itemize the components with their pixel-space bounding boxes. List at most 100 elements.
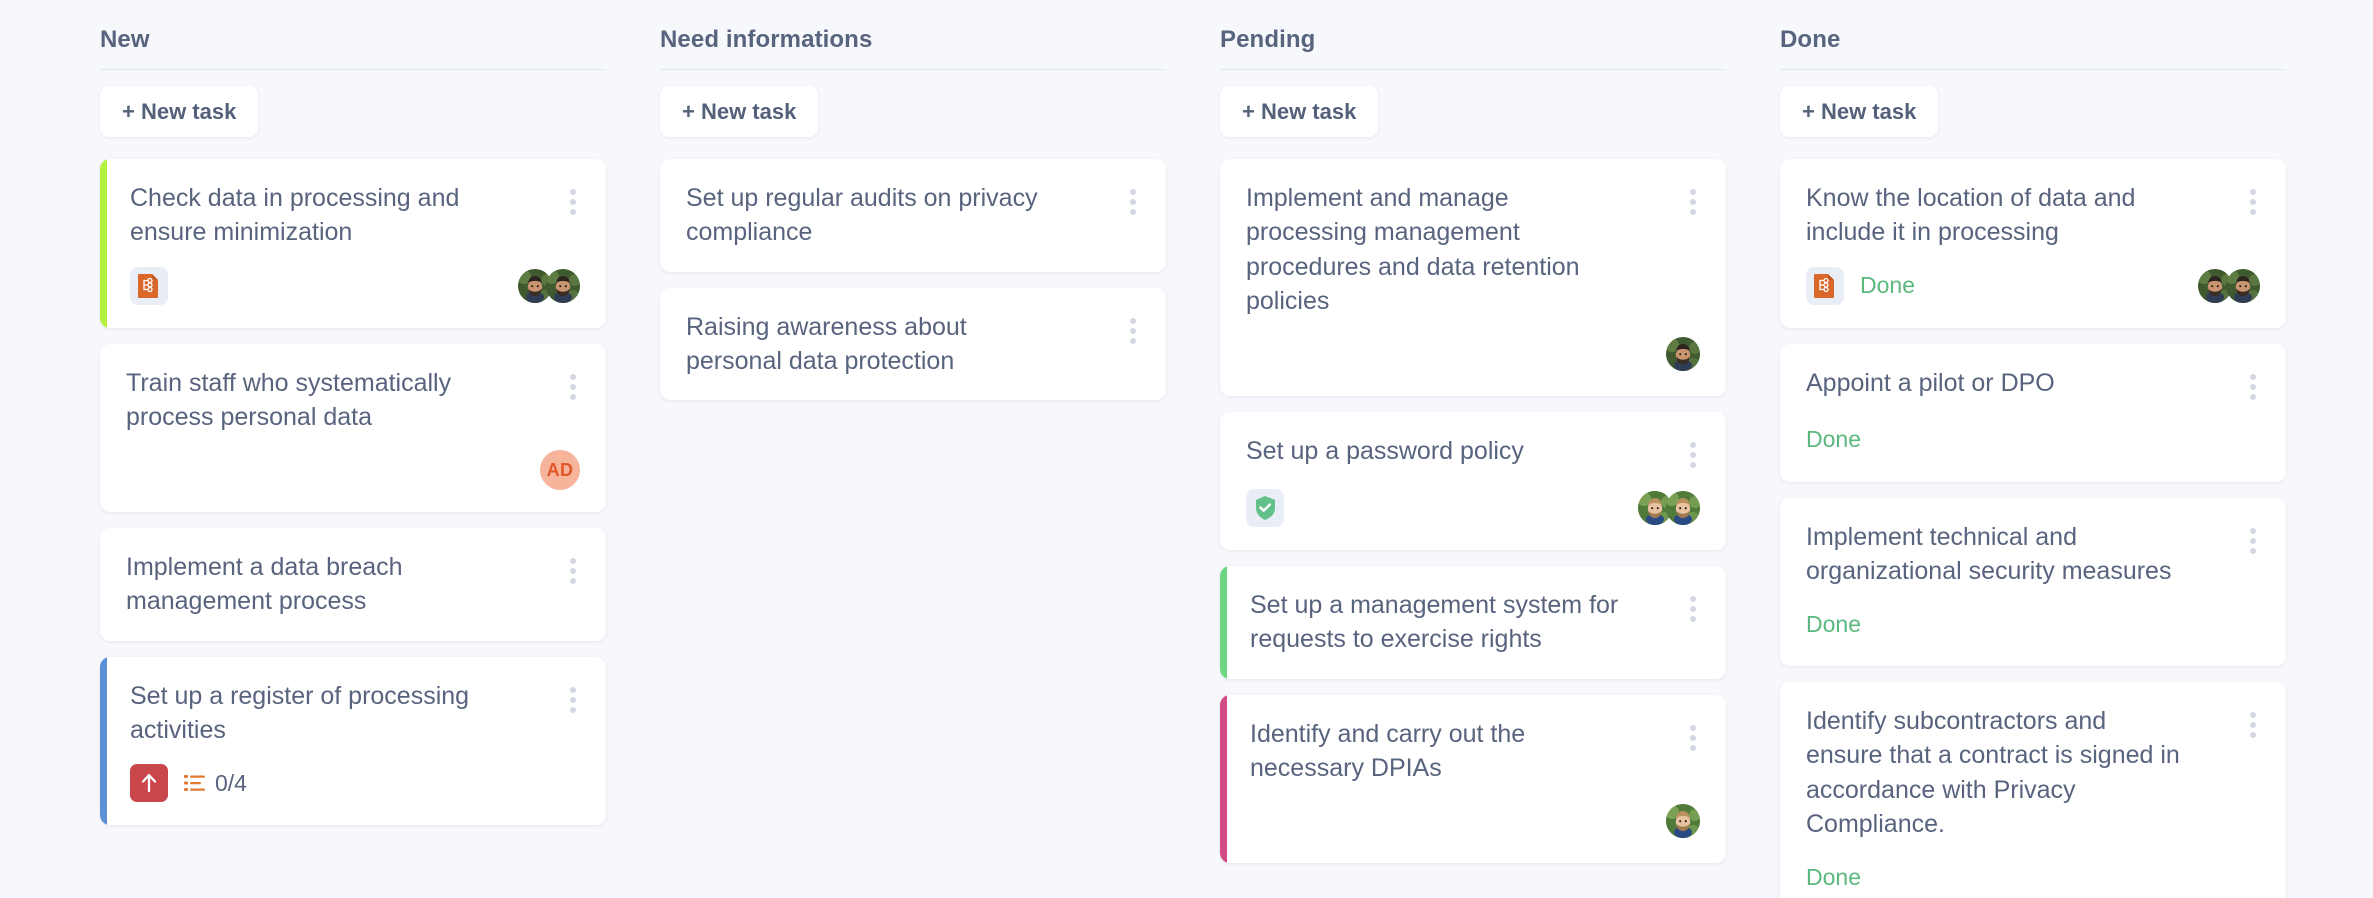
- avatar-photo: [1666, 804, 1700, 838]
- card-title: Train staff who systematically process p…: [126, 366, 506, 435]
- new-task-button[interactable]: + New task: [660, 86, 818, 137]
- avatar[interactable]: [1666, 804, 1700, 838]
- assignee-avatars[interactable]: [1666, 804, 1700, 838]
- task-card[interactable]: Appoint a pilot or DPO Done: [1780, 344, 2286, 482]
- arrow-up-icon: [139, 772, 159, 794]
- kebab-dot: [2250, 199, 2256, 205]
- status-badge: Done: [1860, 274, 1915, 297]
- card-meta: [130, 267, 168, 305]
- assignee-avatars[interactable]: [518, 269, 580, 303]
- status-badge: Done: [1806, 613, 1861, 636]
- assignee-avatars[interactable]: AD: [540, 450, 580, 490]
- kanban-column: Need informations+ New taskSet up regula…: [660, 26, 1166, 400]
- task-card[interactable]: Check data in processing and ensure mini…: [100, 159, 606, 328]
- kebab-dot: [1690, 209, 1696, 215]
- card-title: Set up a password policy: [1246, 434, 1524, 468]
- task-card[interactable]: Implement technical and organizational s…: [1780, 498, 2286, 667]
- assignee-avatars[interactable]: [1666, 337, 1700, 371]
- avatar-photo: [1666, 491, 1700, 525]
- card-accent-bar: [1220, 566, 1227, 679]
- column-divider: [660, 69, 1166, 70]
- kebab-dot: [1690, 462, 1696, 468]
- card-accent-bar: [100, 657, 107, 826]
- column-divider: [100, 69, 606, 70]
- status-badge: Done: [1806, 428, 1861, 451]
- card-menu-button[interactable]: [2246, 704, 2260, 742]
- card-menu-button[interactable]: [1686, 181, 1700, 219]
- card-footer: [130, 266, 580, 306]
- task-card[interactable]: Know the location of data and include it…: [1780, 159, 2286, 328]
- column-divider: [1780, 69, 2286, 70]
- card-menu-button[interactable]: [1686, 588, 1700, 626]
- column-title: Pending: [1220, 26, 1726, 69]
- kanban-board: New + New task Check data in processing an…: [0, 0, 2373, 898]
- kebab-dot: [2250, 548, 2256, 554]
- assignee-avatars[interactable]: [1638, 491, 1700, 525]
- column-divider: [1220, 69, 1726, 70]
- card-title: Set up regular audits on privacy complia…: [686, 181, 1066, 250]
- card-footer: Done: [1806, 420, 2260, 460]
- card-meta: Done: [1806, 267, 1915, 305]
- assignee-avatars[interactable]: [2198, 269, 2260, 303]
- card-footer: [1246, 488, 1700, 528]
- kebab-dot: [2250, 722, 2256, 728]
- card-menu-button[interactable]: [1686, 434, 1700, 472]
- card-menu-button[interactable]: [566, 181, 580, 219]
- card-menu-button[interactable]: [1126, 181, 1140, 219]
- avatar[interactable]: [1666, 491, 1700, 525]
- kebab-dot: [1130, 189, 1136, 195]
- avatar[interactable]: [1666, 337, 1700, 371]
- kebab-dot: [570, 209, 576, 215]
- doc-flowchart-badge[interactable]: [1806, 267, 1844, 305]
- avatar-initials[interactable]: AD: [540, 450, 580, 490]
- card-menu-button[interactable]: [2246, 181, 2260, 219]
- task-card[interactable]: Identify subcontractors and ensure that …: [1780, 682, 2286, 898]
- task-card[interactable]: Train staff who systematically process p…: [100, 344, 606, 513]
- task-card[interactable]: Set up regular audits on privacy complia…: [660, 159, 1166, 272]
- card-header: Train staff who systematically process p…: [126, 366, 580, 435]
- card-menu-button[interactable]: [566, 679, 580, 717]
- card-menu-button[interactable]: [2246, 520, 2260, 558]
- kebab-dot: [1130, 318, 1136, 324]
- kebab-dot: [1690, 606, 1696, 612]
- kanban-column: Pending + New task Implement and manage pr…: [1220, 26, 1726, 863]
- card-menu-button[interactable]: [1126, 310, 1140, 348]
- kebab-dot: [1690, 442, 1696, 448]
- avatar[interactable]: [2226, 269, 2260, 303]
- card-title: Implement technical and organizational s…: [1806, 520, 2186, 589]
- kebab-dot: [2250, 189, 2256, 195]
- doc-flowchart-icon: [137, 273, 161, 299]
- task-card[interactable]: Implement and manage processing manageme…: [1220, 159, 1726, 396]
- task-card[interactable]: Set up a register of processing activiti…: [100, 657, 606, 826]
- avatar[interactable]: [546, 269, 580, 303]
- card-list: Set up regular audits on privacy complia…: [660, 159, 1166, 400]
- card-header: Appoint a pilot or DPO: [1806, 366, 2260, 404]
- card-title: Check data in processing and ensure mini…: [130, 181, 510, 250]
- kanban-column: Done + New task Know the location of data …: [1780, 26, 2286, 898]
- task-card[interactable]: Set up a password policy: [1220, 412, 1726, 550]
- card-list: Know the location of data and include it…: [1780, 159, 2286, 898]
- card-menu-button[interactable]: [566, 550, 580, 588]
- kebab-dot: [570, 384, 576, 390]
- card-menu-button[interactable]: [2246, 366, 2260, 404]
- kanban-column: New + New task Check data in processing an…: [100, 26, 606, 825]
- task-card[interactable]: Set up a management system for requests …: [1220, 566, 1726, 679]
- card-title: Set up a register of processing activiti…: [130, 679, 510, 748]
- task-card[interactable]: Implement a data breach management proce…: [100, 528, 606, 641]
- card-footer: Done: [1806, 604, 2260, 644]
- column-title: New: [100, 26, 606, 69]
- card-list: Check data in processing and ensure mini…: [100, 159, 606, 825]
- doc-flowchart-badge[interactable]: [130, 267, 168, 305]
- priority-high-badge[interactable]: [130, 764, 168, 802]
- kebab-dot: [570, 687, 576, 693]
- checklist-icon: [184, 774, 206, 792]
- task-card[interactable]: Identify and carry out the necessary DPI…: [1220, 695, 1726, 864]
- new-task-button[interactable]: + New task: [1220, 86, 1378, 137]
- kebab-dot: [2250, 712, 2256, 718]
- card-menu-button[interactable]: [566, 366, 580, 404]
- new-task-button[interactable]: + New task: [100, 86, 258, 137]
- task-card[interactable]: Raising awareness about personal data pr…: [660, 288, 1166, 401]
- new-task-button[interactable]: + New task: [1780, 86, 1938, 137]
- shield-check-badge[interactable]: [1246, 489, 1284, 527]
- card-menu-button[interactable]: [1686, 717, 1700, 755]
